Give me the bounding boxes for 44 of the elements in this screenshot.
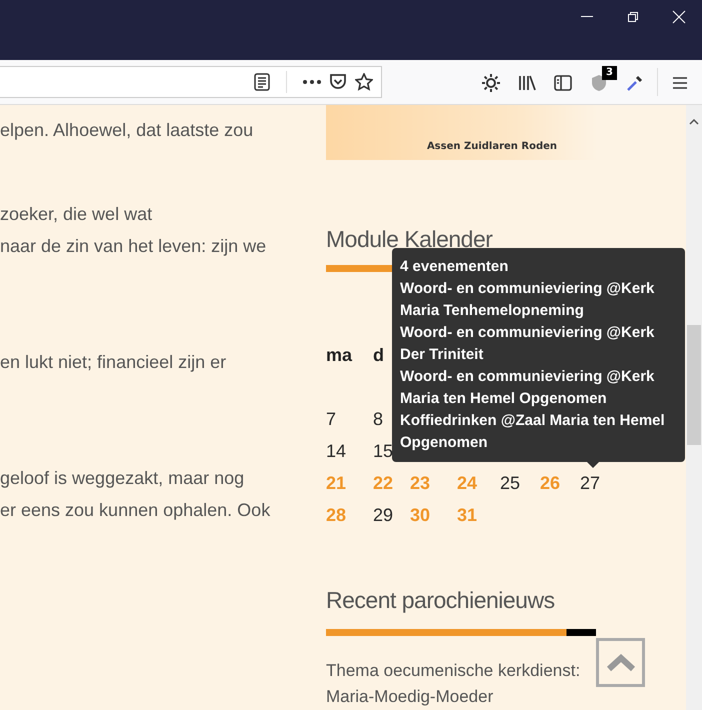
star-icon[interactable] xyxy=(355,73,373,91)
article-text: geloof is weggezakt, maar nog xyxy=(0,467,244,490)
event-day-link[interactable]: 26 xyxy=(540,466,580,498)
event-day-link[interactable]: 28 xyxy=(326,498,373,530)
event-day-link[interactable]: 21 xyxy=(326,466,373,498)
calendar-day: 29 xyxy=(373,498,410,530)
news-link[interactable]: Thema oecumenische kerkdienst: Maria-Moedig-Moeder xyxy=(326,658,588,710)
pocket-icon[interactable] xyxy=(329,74,347,90)
tooltip-event: Woord- en communieviering @Kerk Der Triniteit xyxy=(400,323,656,365)
restore-icon[interactable] xyxy=(627,10,639,23)
event-day-link[interactable]: 30 xyxy=(410,498,457,530)
calendar-day: 25 xyxy=(500,466,540,498)
scrollbar-thumb[interactable] xyxy=(687,325,701,445)
more-icon[interactable] xyxy=(303,80,321,84)
scroll-up-icon[interactable] xyxy=(689,119,699,125)
notification-badge: 3 xyxy=(602,66,617,80)
tooltip-event: Woord- en communieviering @Kerk Maria Tenhemelopneming xyxy=(400,279,656,321)
calendar-day: 27 xyxy=(580,466,620,498)
tooltip-event: Woord- en communieviering @Kerk Maria ten Hemel Opgenomen xyxy=(400,367,656,409)
tooltip-event: Koffiedrinken @Zaal Maria ten Hemel Opgenomen xyxy=(400,411,666,453)
weekday-label: ma xyxy=(326,344,354,366)
shield-icon[interactable] xyxy=(591,74,607,92)
back-to-top-button[interactable] xyxy=(596,638,645,687)
article-text: en lukt niet; financieel zijn er xyxy=(0,351,226,374)
widget-heading: Module Kalender xyxy=(326,225,494,254)
event-day-link[interactable]: 31 xyxy=(457,498,500,530)
event-day-link[interactable]: 22 xyxy=(373,466,410,498)
chevron-up-icon xyxy=(606,654,636,672)
article-text: elpen. Alhoewel, dat laatste zou xyxy=(0,119,254,142)
tooltip-title: 4 evenementen xyxy=(400,257,508,277)
address-bar[interactable] xyxy=(0,66,382,98)
logo-text: Assen Zuidlaren Roden xyxy=(426,140,558,154)
calendar-day: 14 xyxy=(326,434,373,466)
close-icon[interactable] xyxy=(672,10,686,24)
article-text: er eens zou kunnen ophalen. Ook xyxy=(0,499,270,522)
scrollbar[interactable] xyxy=(686,105,702,710)
minimize-icon[interactable] xyxy=(581,16,593,18)
event-day-link[interactable]: 23 xyxy=(410,466,457,498)
article-text: naar de zin van het leven: zijn we xyxy=(0,235,266,258)
widget-heading: Recent parochienieuws xyxy=(326,586,556,615)
article-text: zoeker, die wel wat xyxy=(0,203,152,226)
reader-view-icon[interactable] xyxy=(254,73,270,91)
calendar-day: 7 xyxy=(326,402,373,434)
event-day-link[interactable]: 24 xyxy=(457,466,500,498)
